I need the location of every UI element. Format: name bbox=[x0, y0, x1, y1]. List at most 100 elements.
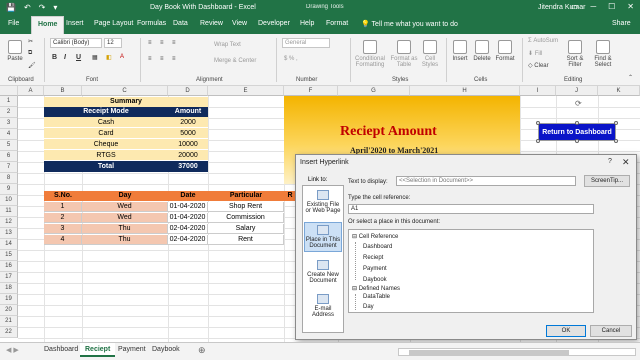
daybook-cell-day[interactable]: Thu bbox=[82, 224, 168, 234]
bold-button[interactable]: B bbox=[52, 54, 57, 61]
daybook-cell-particular[interactable]: Salary bbox=[208, 224, 284, 234]
daybook-cell-date[interactable]: 02-04-2020 bbox=[168, 235, 208, 245]
daybook-cell-particular[interactable]: Commission bbox=[208, 213, 284, 223]
currency-icon[interactable]: $ % , bbox=[284, 56, 298, 62]
screentip-button[interactable]: ScreenTip... bbox=[584, 175, 630, 187]
row-header[interactable]: 3 bbox=[0, 118, 18, 129]
sheet-tab-daybook[interactable]: Daybook bbox=[152, 346, 180, 353]
row-header[interactable]: 13 bbox=[0, 228, 18, 239]
summary-mode-cell[interactable]: Cash bbox=[44, 117, 168, 128]
tree-sheet-payment[interactable]: Payment bbox=[363, 266, 387, 272]
insert-cells-button[interactable]: Insert bbox=[450, 40, 470, 62]
rotate-handle-icon[interactable]: ⟳ bbox=[575, 99, 582, 108]
row-header[interactable]: 19 bbox=[0, 294, 18, 305]
summary-mode-cell[interactable]: Card bbox=[44, 128, 168, 139]
tab-formulas[interactable]: Formulas bbox=[137, 20, 166, 27]
column-header-b[interactable]: B bbox=[44, 86, 82, 96]
summary-amount-cell[interactable]: 20000 bbox=[168, 150, 208, 161]
daybook-cell-date[interactable]: 02-04-2020 bbox=[168, 224, 208, 234]
summary-total-value[interactable]: 37000 bbox=[168, 161, 208, 172]
ribbon-display-icon[interactable]: ▭ bbox=[571, 2, 579, 11]
italic-button[interactable]: I bbox=[64, 54, 66, 61]
column-header-j[interactable]: J bbox=[556, 86, 598, 96]
row-header[interactable]: 21 bbox=[0, 316, 18, 327]
minimize-icon[interactable]: ─ bbox=[590, 2, 596, 11]
row-header[interactable]: 15 bbox=[0, 250, 18, 261]
find-select-button[interactable]: Find & Select bbox=[590, 40, 616, 68]
column-header-e[interactable]: E bbox=[208, 86, 284, 96]
borders-icon[interactable]: ▦ bbox=[92, 54, 98, 61]
daybook-cell-particular[interactable]: Shop Rent bbox=[208, 202, 284, 212]
customize-qat-icon[interactable]: ▾ bbox=[53, 3, 57, 12]
resize-handle[interactable] bbox=[575, 121, 579, 125]
tab-review[interactable]: Review bbox=[200, 20, 223, 27]
scrollbar-thumb[interactable] bbox=[409, 350, 569, 355]
row-header[interactable]: 7 bbox=[0, 162, 18, 173]
sort-filter-button[interactable]: Sort & Filter bbox=[562, 40, 588, 68]
align-center-icon[interactable]: ≡ bbox=[160, 56, 164, 62]
summary-mode-cell[interactable]: RTGS bbox=[44, 150, 168, 161]
column-header-f[interactable]: F bbox=[284, 86, 338, 96]
resize-handle[interactable] bbox=[614, 121, 618, 125]
daybook-cell-sno[interactable]: 2 bbox=[44, 213, 82, 223]
row-header[interactable]: 12 bbox=[0, 217, 18, 228]
cell-styles-button[interactable]: Cell Styles bbox=[420, 40, 440, 68]
daybook-cell-sno[interactable]: 4 bbox=[44, 235, 82, 245]
column-header-c[interactable]: C bbox=[82, 86, 168, 96]
row-header[interactable]: 11 bbox=[0, 206, 18, 217]
row-header[interactable]: 1 bbox=[0, 96, 18, 107]
resize-handle[interactable] bbox=[536, 139, 540, 143]
daybook-cell-day[interactable]: Thu bbox=[82, 235, 168, 245]
sheet-tab-dashboard[interactable]: Dashboard bbox=[44, 346, 78, 353]
tab-data[interactable]: Data bbox=[173, 20, 188, 27]
tree-sheet-dashboard[interactable]: Dashboard bbox=[363, 244, 392, 250]
row-header[interactable]: 2 bbox=[0, 107, 18, 118]
resize-handle[interactable] bbox=[614, 139, 618, 143]
autosum-button[interactable]: Σ AutoSum bbox=[528, 38, 558, 44]
tab-insert[interactable]: Insert bbox=[66, 20, 84, 27]
daybook-cell-date[interactable]: 01-04-2020 bbox=[168, 202, 208, 212]
row-header[interactable]: 4 bbox=[0, 129, 18, 140]
fill-button[interactable]: ⬇ Fill bbox=[528, 50, 542, 57]
row-header[interactable]: 16 bbox=[0, 261, 18, 272]
sheet-nav-arrows-icon[interactable]: ◀ ▶ bbox=[6, 346, 19, 354]
collapse-ribbon-icon[interactable]: ⌃ bbox=[628, 74, 633, 81]
help-icon[interactable]: ? bbox=[608, 158, 612, 165]
row-header[interactable]: 20 bbox=[0, 305, 18, 316]
link-create-new[interactable]: Create New Document bbox=[304, 260, 342, 284]
cell-reference-input[interactable]: A1 bbox=[348, 204, 594, 214]
share-button[interactable]: Share bbox=[612, 20, 631, 27]
tell-me-search[interactable]: 💡 Tell me what you want to do bbox=[361, 20, 458, 28]
save-icon[interactable]: 💾 bbox=[6, 3, 16, 12]
tab-page-layout[interactable]: Page Layout bbox=[94, 20, 133, 27]
format-painter-icon[interactable]: 🖌 bbox=[28, 62, 36, 69]
merge-center-button[interactable]: Merge & Center bbox=[214, 58, 256, 64]
tree-cell-reference[interactable]: ⊟ Cell Reference bbox=[352, 233, 398, 240]
font-family-select[interactable]: Calibri (Body) bbox=[50, 38, 102, 48]
format-as-table-button[interactable]: Format as Table bbox=[390, 40, 418, 68]
font-color-icon[interactable]: A bbox=[120, 54, 124, 60]
horizontal-scrollbar[interactable] bbox=[398, 348, 636, 356]
row-header[interactable]: 17 bbox=[0, 272, 18, 283]
link-existing-file[interactable]: Existing File or Web Page bbox=[304, 190, 342, 214]
summary-amount-cell[interactable]: 2000 bbox=[168, 117, 208, 128]
link-email[interactable]: E-mail Address bbox=[304, 294, 342, 318]
conditional-formatting-button[interactable]: Conditional Formatting bbox=[352, 40, 388, 68]
tab-file[interactable]: File bbox=[8, 20, 19, 27]
row-header[interactable]: 9 bbox=[0, 184, 18, 195]
align-left-icon[interactable]: ≡ bbox=[148, 56, 152, 62]
tree-sheet-reciept[interactable]: Reciept bbox=[363, 255, 383, 261]
summary-amount-cell[interactable]: 10000 bbox=[168, 139, 208, 150]
text-to-display-input[interactable]: <<Selection in Document>> bbox=[396, 176, 576, 186]
paste-button[interactable]: Paste bbox=[6, 40, 24, 62]
cancel-button[interactable]: Cancel bbox=[590, 325, 632, 337]
column-header-i[interactable]: I bbox=[520, 86, 556, 96]
undo-icon[interactable]: ↶ bbox=[24, 3, 31, 12]
summary-mode-cell[interactable]: Cheque bbox=[44, 139, 168, 150]
daybook-cell-sno[interactable]: 3 bbox=[44, 224, 82, 234]
resize-handle[interactable] bbox=[575, 139, 579, 143]
tab-home[interactable]: Home bbox=[31, 16, 65, 34]
resize-handle[interactable] bbox=[536, 121, 540, 125]
select-all-corner[interactable] bbox=[0, 86, 18, 96]
column-header-k[interactable]: K bbox=[598, 86, 640, 96]
